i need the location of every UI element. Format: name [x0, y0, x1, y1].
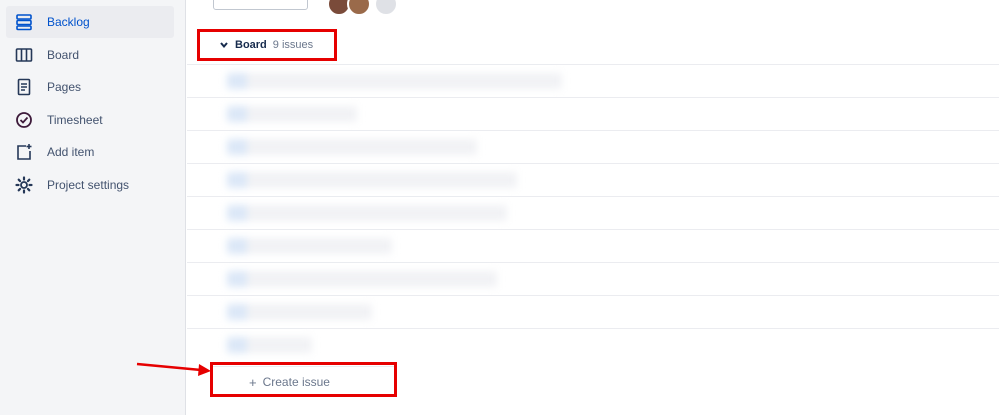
list-item[interactable] — [187, 130, 999, 163]
sidebar-item-label: Pages — [47, 80, 82, 94]
blurred-issue-text — [227, 337, 312, 353]
list-item[interactable] — [187, 64, 999, 97]
sidebar-item-board[interactable]: Board — [6, 39, 174, 71]
blurred-issue-text — [227, 304, 372, 320]
create-issue-button[interactable]: + Create issue — [213, 366, 396, 397]
list-item[interactable] — [187, 163, 999, 196]
blurred-issue-text — [227, 73, 562, 89]
pages-icon — [15, 78, 33, 96]
sidebar-item-timesheet[interactable]: Timesheet — [6, 104, 174, 136]
avatar[interactable] — [374, 0, 398, 16]
gear-icon — [15, 176, 33, 194]
project-sidebar: Backlog Board Pages Timesheet Add item P… — [0, 0, 186, 415]
blurred-issue-text — [227, 205, 507, 221]
board-icon — [15, 46, 33, 64]
list-item[interactable] — [187, 262, 999, 295]
list-item[interactable] — [187, 328, 999, 361]
issue-list — [187, 64, 999, 361]
sidebar-item-backlog[interactable]: Backlog — [6, 6, 174, 38]
blurred-issue-text — [227, 139, 477, 155]
sidebar-item-project-settings[interactable]: Project settings — [6, 169, 174, 201]
plus-icon: + — [249, 374, 257, 390]
list-item[interactable] — [187, 97, 999, 130]
list-item[interactable] — [187, 295, 999, 328]
blurred-issue-text — [227, 172, 517, 188]
sidebar-item-add-item[interactable]: Add item — [6, 136, 174, 168]
annotation-arrow-icon — [136, 362, 211, 376]
blurred-issue-text — [227, 238, 392, 254]
create-issue-label: Create issue — [262, 375, 330, 389]
add-item-icon — [15, 143, 33, 161]
sidebar-item-pages[interactable]: Pages — [6, 71, 174, 103]
backlog-main: ▼ Board 9 issues + Create issue — [187, 0, 999, 415]
blurred-issue-text — [227, 106, 357, 122]
board-section-toggle[interactable]: Board 9 issues — [197, 30, 345, 60]
list-item[interactable] — [187, 196, 999, 229]
sidebar-item-label: Backlog — [47, 15, 90, 29]
section-title: Board — [235, 39, 267, 51]
sidebar-item-label: Project settings — [47, 178, 130, 192]
sidebar-item-label: Timesheet — [47, 113, 103, 127]
timesheet-icon — [15, 111, 33, 129]
list-item[interactable] — [187, 229, 999, 262]
issue-count: 9 issues — [272, 39, 314, 51]
backlog-icon — [15, 13, 33, 31]
sidebar-item-label: Add item — [47, 145, 95, 159]
blurred-issue-text — [227, 271, 497, 287]
filter-select[interactable]: ▼ — [213, 0, 308, 10]
sidebar-item-label: Board — [47, 48, 80, 62]
chevron-down-icon — [219, 40, 229, 50]
avatar[interactable] — [347, 0, 371, 16]
